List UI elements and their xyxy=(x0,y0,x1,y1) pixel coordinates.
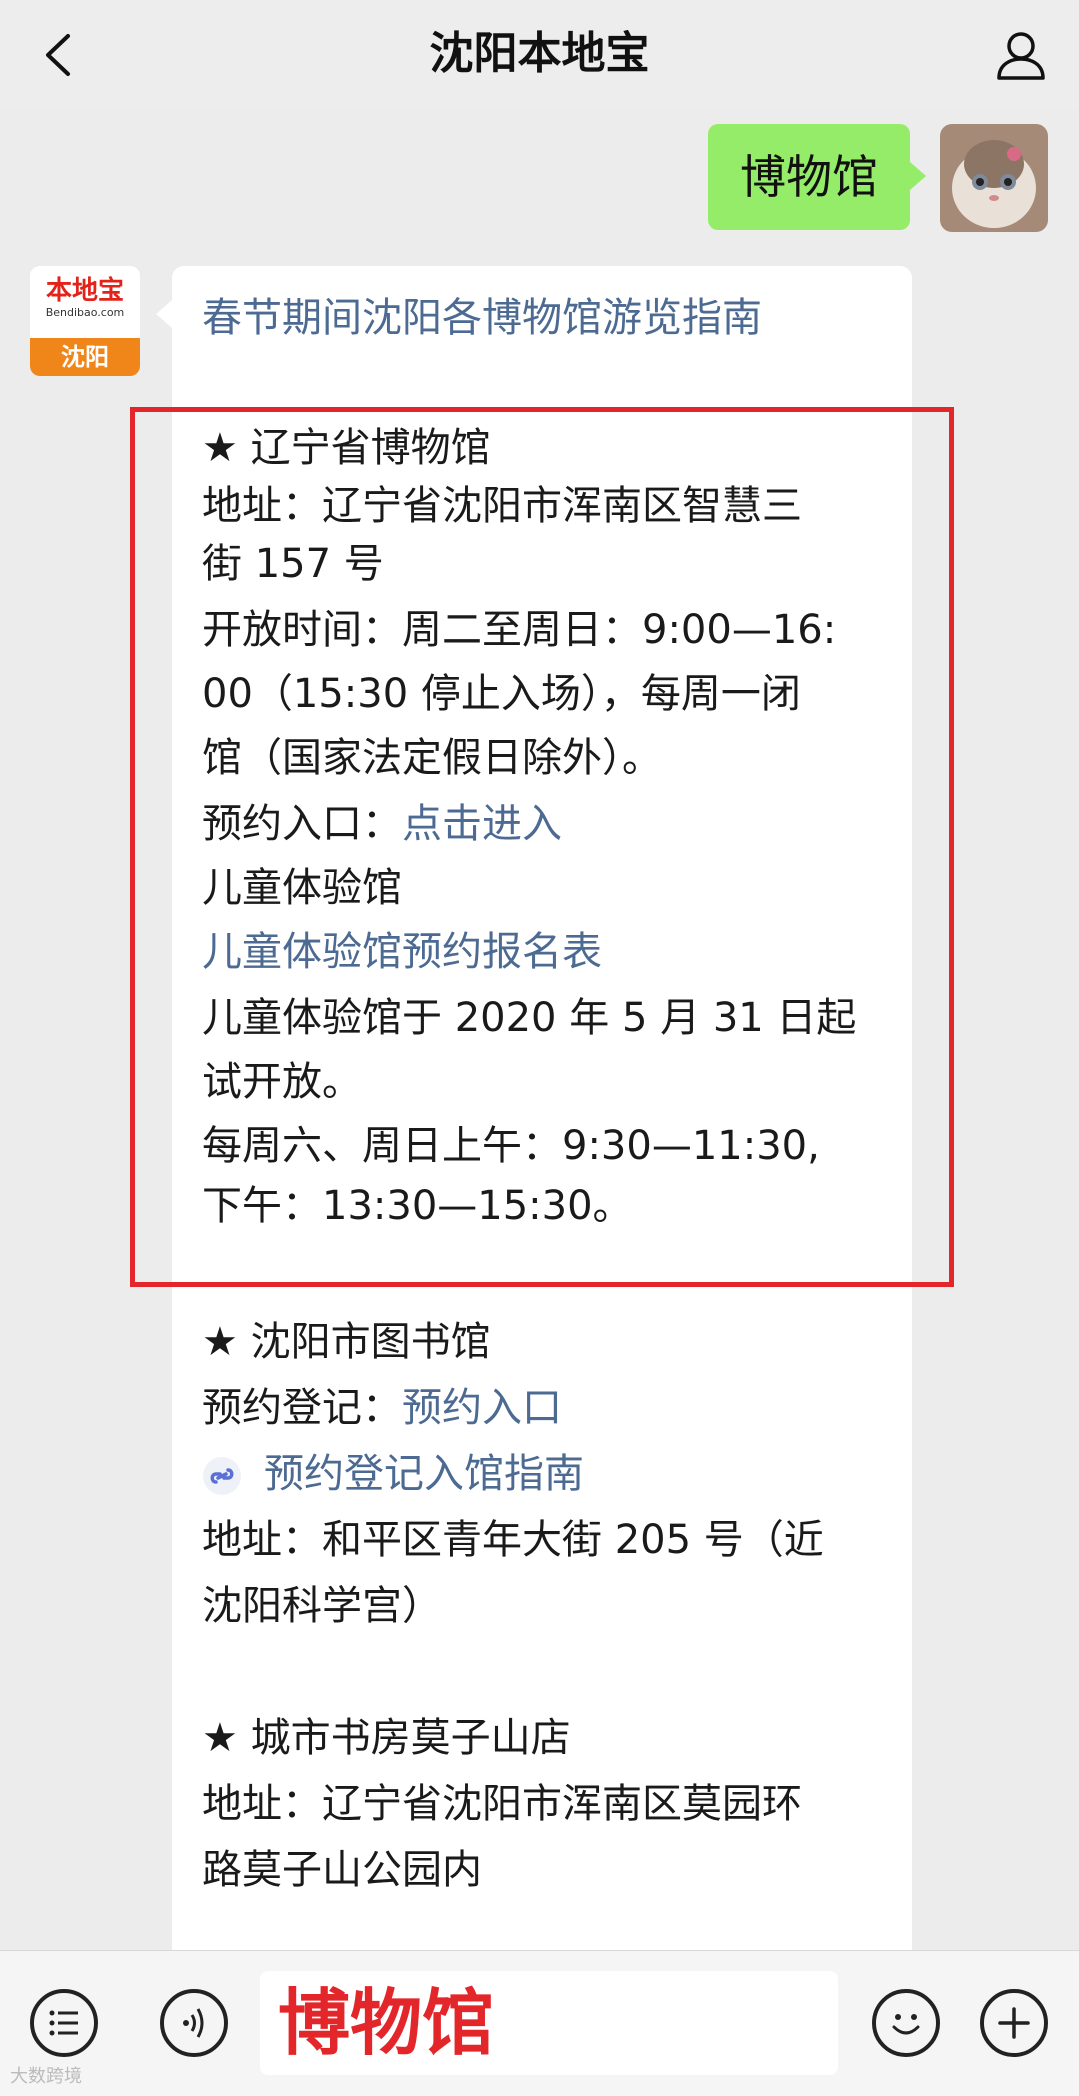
menu-button[interactable] xyxy=(30,1989,98,2057)
bookstore-address: 地址：辽宁省沈阳市浑南区莫园环 xyxy=(202,1781,802,1827)
add-button[interactable] xyxy=(980,1989,1048,2057)
input-bar: 博物馆 xyxy=(0,1950,1079,2096)
library-guide-link[interactable]: 预约登记入馆指南 xyxy=(202,1446,584,1502)
library-address: 地址：和平区青年大街 205 号（近 xyxy=(202,1517,824,1563)
avatar-brand: 本地宝 xyxy=(45,276,124,306)
bubble-tail xyxy=(156,300,172,328)
message-input[interactable]: 博物馆 xyxy=(260,1971,838,2075)
voice-icon xyxy=(183,2008,204,2038)
avatar-logo: 本地宝 Bendibao.com xyxy=(30,266,140,338)
mini-program-icon xyxy=(203,1457,241,1495)
library-register: 预约登记：预约入口 xyxy=(202,1380,562,1436)
register-label: 预约登记： xyxy=(202,1385,402,1431)
smiley-icon xyxy=(892,2014,920,2035)
plus-icon xyxy=(998,2007,1030,2039)
profile-icon[interactable] xyxy=(991,26,1051,86)
emoji-button[interactable] xyxy=(872,1989,940,2057)
title-bar: 沈阳本地宝 xyxy=(0,0,1079,110)
voice-button[interactable] xyxy=(160,1989,228,2057)
outgoing-message[interactable]: 博物馆 xyxy=(708,124,926,230)
article-title-link[interactable]: 春节期间沈阳各博物馆游览指南 xyxy=(202,290,762,346)
library-name: ★ 沈阳市图书馆 xyxy=(202,1319,491,1365)
register-link[interactable]: 预约入口 xyxy=(402,1385,562,1431)
user-avatar[interactable] xyxy=(940,124,1048,232)
bookstore-address-cont: 路莫子山公园内 xyxy=(202,1847,482,1893)
avatar-brand-sub: Bendibao.com xyxy=(45,306,125,319)
library-address-cont: 沈阳科学宫） xyxy=(202,1583,442,1629)
watermark: 大数跨境 xyxy=(10,2066,82,2087)
chat-title: 沈阳本地宝 xyxy=(429,28,650,79)
list-menu-icon xyxy=(49,2010,78,2036)
cat-avatar-icon xyxy=(940,124,1048,232)
account-avatar[interactable]: 本地宝 Bendibao.com 沈阳 xyxy=(30,266,140,376)
bookstore-name: ★ 城市书房莫子山店 xyxy=(202,1715,571,1761)
avatar-city: 沈阳 xyxy=(30,338,140,376)
highlight-annotation xyxy=(130,407,954,1287)
guide-link-label: 预约登记入馆指南 xyxy=(264,1451,584,1497)
